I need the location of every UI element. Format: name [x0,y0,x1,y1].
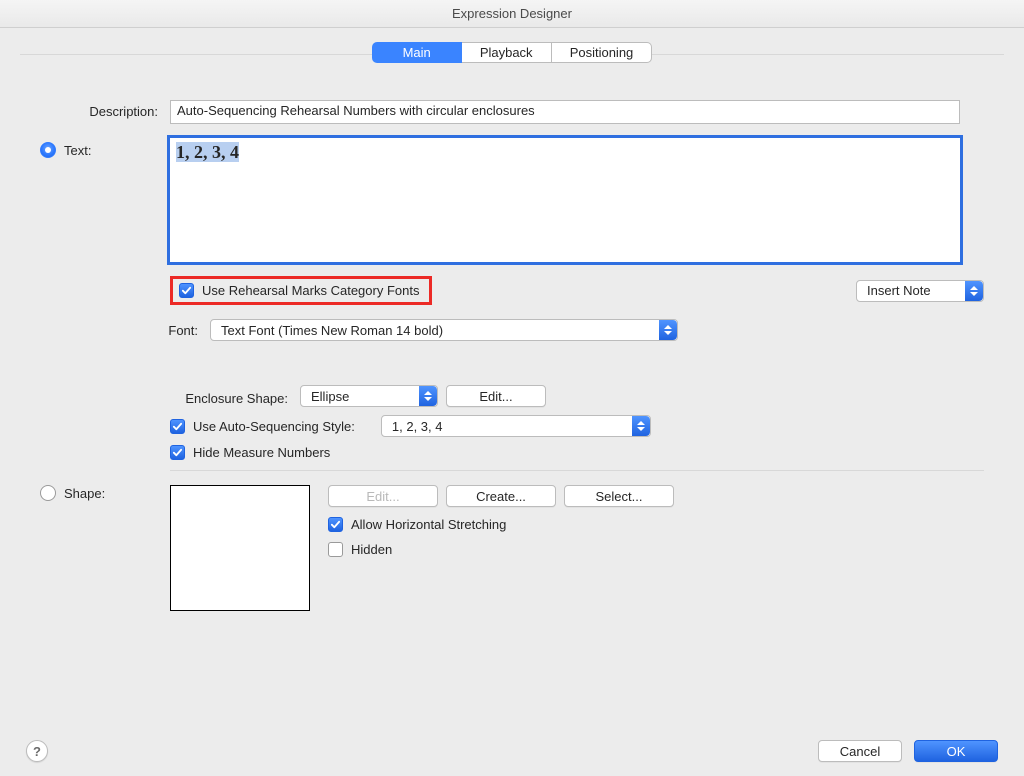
window-title: Expression Designer [0,0,1024,28]
hidden-label: Hidden [351,542,392,557]
tab-playback[interactable]: Playback [462,42,552,63]
autoseq-style-value: 1, 2, 3, 4 [392,419,443,434]
hide-measure-label: Hide Measure Numbers [193,445,330,460]
description-input[interactable]: Auto-Sequencing Rehearsal Numbers with c… [170,100,960,124]
shape-preview [170,485,310,611]
tab-main[interactable]: Main [372,42,462,63]
insert-note-popup[interactable]: Insert Note [856,280,984,302]
enclosure-edit-button[interactable]: Edit... [446,385,546,407]
font-popup[interactable]: Text Font (Times New Roman 14 bold) [210,319,678,341]
cancel-button[interactable]: Cancel [818,740,902,762]
tabstrip: Main Playback Positioning [20,42,1004,66]
check-icon [172,447,183,458]
updown-icon [632,416,650,436]
use-autoseq-label: Use Auto-Sequencing Style: [193,419,355,434]
font-label: Font: [40,319,210,338]
description-label: Description: [40,100,170,119]
use-category-fonts-label: Use Rehearsal Marks Category Fonts [202,283,419,298]
autoseq-style-popup[interactable]: 1, 2, 3, 4 [381,415,651,437]
expression-designer-window: Expression Designer Main Playback Positi… [0,0,1024,776]
font-value: Text Font (Times New Roman 14 bold) [221,323,443,338]
text-radio-label: Text: [64,143,91,158]
shape-edit-button[interactable]: Edit... [328,485,438,507]
divider [170,470,984,471]
allow-hstretch-checkbox[interactable] [328,517,343,532]
tab-positioning[interactable]: Positioning [552,42,653,63]
footer: ? Cancel OK [0,740,1024,762]
allow-hstretch-label: Allow Horizontal Stretching [351,517,506,532]
check-icon [172,421,183,432]
help-button[interactable]: ? [26,740,48,762]
text-input[interactable]: 1, 2, 3, 4 [170,138,960,262]
insert-note-label: Insert Note [867,283,931,298]
hidden-checkbox[interactable] [328,542,343,557]
hide-measure-checkbox[interactable] [170,445,185,460]
enclosure-shape-label: Enclosure Shape: [40,387,300,406]
shape-radio[interactable] [40,485,56,501]
text-radio[interactable] [40,142,56,158]
shape-create-button[interactable]: Create... [446,485,556,507]
window-body: Main Playback Positioning Description: A… [0,28,1024,776]
check-icon [330,519,341,530]
updown-icon [419,386,437,406]
use-autoseq-checkbox[interactable] [170,419,185,434]
tab-main-content: Description: Auto-Sequencing Rehearsal N… [20,90,1004,611]
use-category-fonts-highlight: Use Rehearsal Marks Category Fonts [170,276,432,305]
text-value: 1, 2, 3, 4 [176,142,239,162]
enclosure-shape-value: Ellipse [311,389,349,404]
ok-button[interactable]: OK [914,740,998,762]
updown-icon [965,281,983,301]
shape-radio-label: Shape: [64,486,105,501]
enclosure-shape-popup[interactable]: Ellipse [300,385,438,407]
check-icon [181,285,192,296]
shape-select-button[interactable]: Select... [564,485,674,507]
use-category-fonts-checkbox[interactable] [179,283,194,298]
updown-icon [659,320,677,340]
